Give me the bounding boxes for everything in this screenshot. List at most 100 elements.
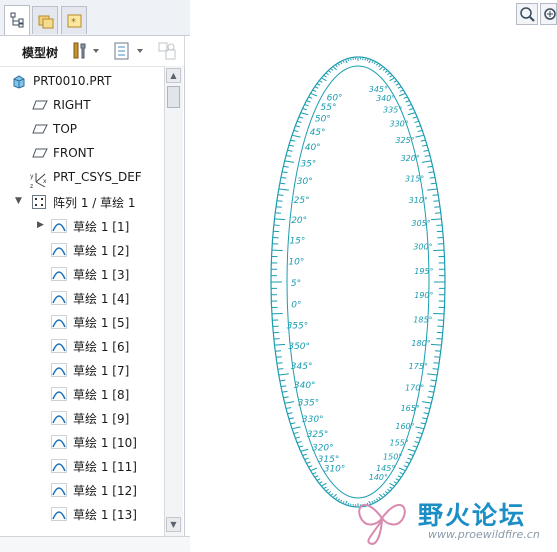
tab-favorites[interactable]: * <box>61 6 87 34</box>
tree-item-csys[interactable]: y z x PRT_CSYS_DEF <box>0 167 164 189</box>
scale-tick <box>336 65 338 66</box>
tree-item-datum-plane[interactable]: TOP <box>0 119 164 141</box>
scale-tick <box>372 61 373 62</box>
scale-tick <box>408 113 415 115</box>
tree-item-sketch[interactable]: ▶ 草绘 1 [1] <box>0 215 164 237</box>
graphics-window[interactable]: 310°315°320°325°330°335°340°345°350°355°… <box>190 0 557 551</box>
model-tree-toolbar: 模型树 <box>0 36 185 66</box>
scale-tick <box>422 161 431 162</box>
tree-item-datum-plane[interactable]: FRONT <box>0 143 164 165</box>
scale-tick <box>379 67 382 70</box>
scale-tick <box>281 177 286 178</box>
scale-tick <box>427 374 437 375</box>
tree-scrollbar[interactable]: ▲ ▼ <box>164 66 183 536</box>
scale-tick <box>331 69 333 70</box>
tree-item-sketch[interactable]: 草绘 1 [4] <box>0 287 164 309</box>
tree-item-sketch[interactable]: 草绘 1 [2] <box>0 239 164 261</box>
scale-tick <box>309 466 312 467</box>
scale-tick <box>404 97 407 98</box>
tree-item-sketch[interactable]: 草绘 1 [11] <box>0 455 164 477</box>
scale-label: 195° <box>414 267 433 276</box>
scale-tick <box>336 497 338 498</box>
scale-tick <box>286 156 291 157</box>
tree-item-sketch[interactable]: 草绘 1 [12] <box>0 479 164 501</box>
scale-tick <box>418 131 422 132</box>
sketch-label: 草绘 1 [7] <box>73 362 129 379</box>
scale-tick <box>343 61 344 62</box>
scroll-up-icon[interactable]: ▲ <box>166 68 181 83</box>
tree-item-datum-plane[interactable]: RIGHT <box>0 95 164 117</box>
tree-item-part[interactable]: PRT0010.PRT <box>0 71 164 93</box>
scroll-down-icon[interactable]: ▼ <box>166 517 181 532</box>
scale-tick <box>414 442 418 443</box>
tree-item-sketch[interactable]: 草绘 1 [5] <box>0 311 164 333</box>
tree-item-sketch[interactable]: 草绘 1 [3] <box>0 263 164 285</box>
scale-tick <box>376 64 377 65</box>
scale-label: 140° <box>369 473 388 482</box>
datum-plane-icon <box>32 147 48 159</box>
scale-tick <box>427 166 432 167</box>
scale-label: 15° <box>289 237 305 247</box>
sketch-icon <box>51 459 67 473</box>
sketch-icon <box>51 363 67 377</box>
sketch-label: 草绘 1 [1] <box>73 218 129 235</box>
tab-model-tree[interactable] <box>4 5 30 35</box>
scale-tick <box>276 207 282 208</box>
scale-label: 5° <box>291 279 301 289</box>
scale-tick <box>294 131 298 132</box>
scale-tick <box>324 487 326 488</box>
show-options-icon[interactable] <box>112 41 148 64</box>
scale-label: 325° <box>307 430 329 440</box>
scale-tick <box>297 442 301 443</box>
scale-tick <box>331 494 333 495</box>
scale-tick <box>414 121 418 122</box>
sketch-label: 草绘 1 [11] <box>73 458 137 475</box>
part-name: PRT0010.PRT <box>33 74 111 88</box>
expand-arrow-icon[interactable]: ▶ <box>37 220 44 230</box>
scale-tick <box>280 183 285 184</box>
scale-tick <box>430 386 435 387</box>
scale-tick <box>283 397 288 398</box>
scale-tick <box>409 454 413 455</box>
scale-label: 345° <box>291 362 313 372</box>
sketch-label: 草绘 1 [13] <box>73 506 137 523</box>
scale-tick <box>322 78 327 81</box>
scale-tick <box>425 156 430 157</box>
tree-item-sketch[interactable]: 草绘 1 [8] <box>0 383 164 405</box>
settings-tools-icon[interactable] <box>71 41 101 64</box>
scale-tick <box>429 172 434 173</box>
scale-tick <box>320 482 323 483</box>
tree-item-sketch[interactable]: 草绘 1 [7] <box>0 359 164 381</box>
filter-icon[interactable] <box>157 41 179 64</box>
scale-tick <box>299 117 303 118</box>
sketch-icon <box>51 315 67 329</box>
scale-tick <box>305 105 309 106</box>
tree-item-sketch[interactable]: 草绘 1 [10] <box>0 431 164 453</box>
scale-tick <box>418 432 422 433</box>
scale-label: 0° <box>291 300 301 310</box>
scale-label: 330° <box>390 120 409 129</box>
datum-plane-label: RIGHT <box>53 98 91 112</box>
scale-tick <box>425 408 430 409</box>
watermark-url: www.proewildfire.cn <box>428 528 540 541</box>
datum-plane-label: FRONT <box>53 146 94 160</box>
scale-label: 305° <box>411 219 430 228</box>
scale-label: 20° <box>291 216 307 226</box>
scale-tick <box>276 357 282 358</box>
tree-item-sketch[interactable]: 草绘 1 [13] <box>0 503 164 525</box>
collapse-arrow-icon[interactable]: ▼ <box>15 196 22 206</box>
scale-tick <box>278 195 284 196</box>
scale-label: 25° <box>294 196 310 206</box>
scale-tick <box>434 207 440 208</box>
scroll-thumb[interactable] <box>167 86 180 108</box>
scale-tick <box>278 369 284 370</box>
tab-folder-browser[interactable] <box>32 6 58 34</box>
tree-item-sketch[interactable]: 草绘 1 [6] <box>0 335 164 357</box>
tree-item-sketch[interactable]: 草绘 1 [9] <box>0 407 164 429</box>
scale-tick <box>326 73 328 74</box>
scale-label: 180° <box>411 339 430 348</box>
scale-label: 300° <box>413 243 432 252</box>
scale-tick <box>413 117 417 118</box>
tree-item-pattern[interactable]: ▼ 阵列 1 / 草绘 1 <box>0 191 164 213</box>
scale-tick <box>431 380 436 381</box>
